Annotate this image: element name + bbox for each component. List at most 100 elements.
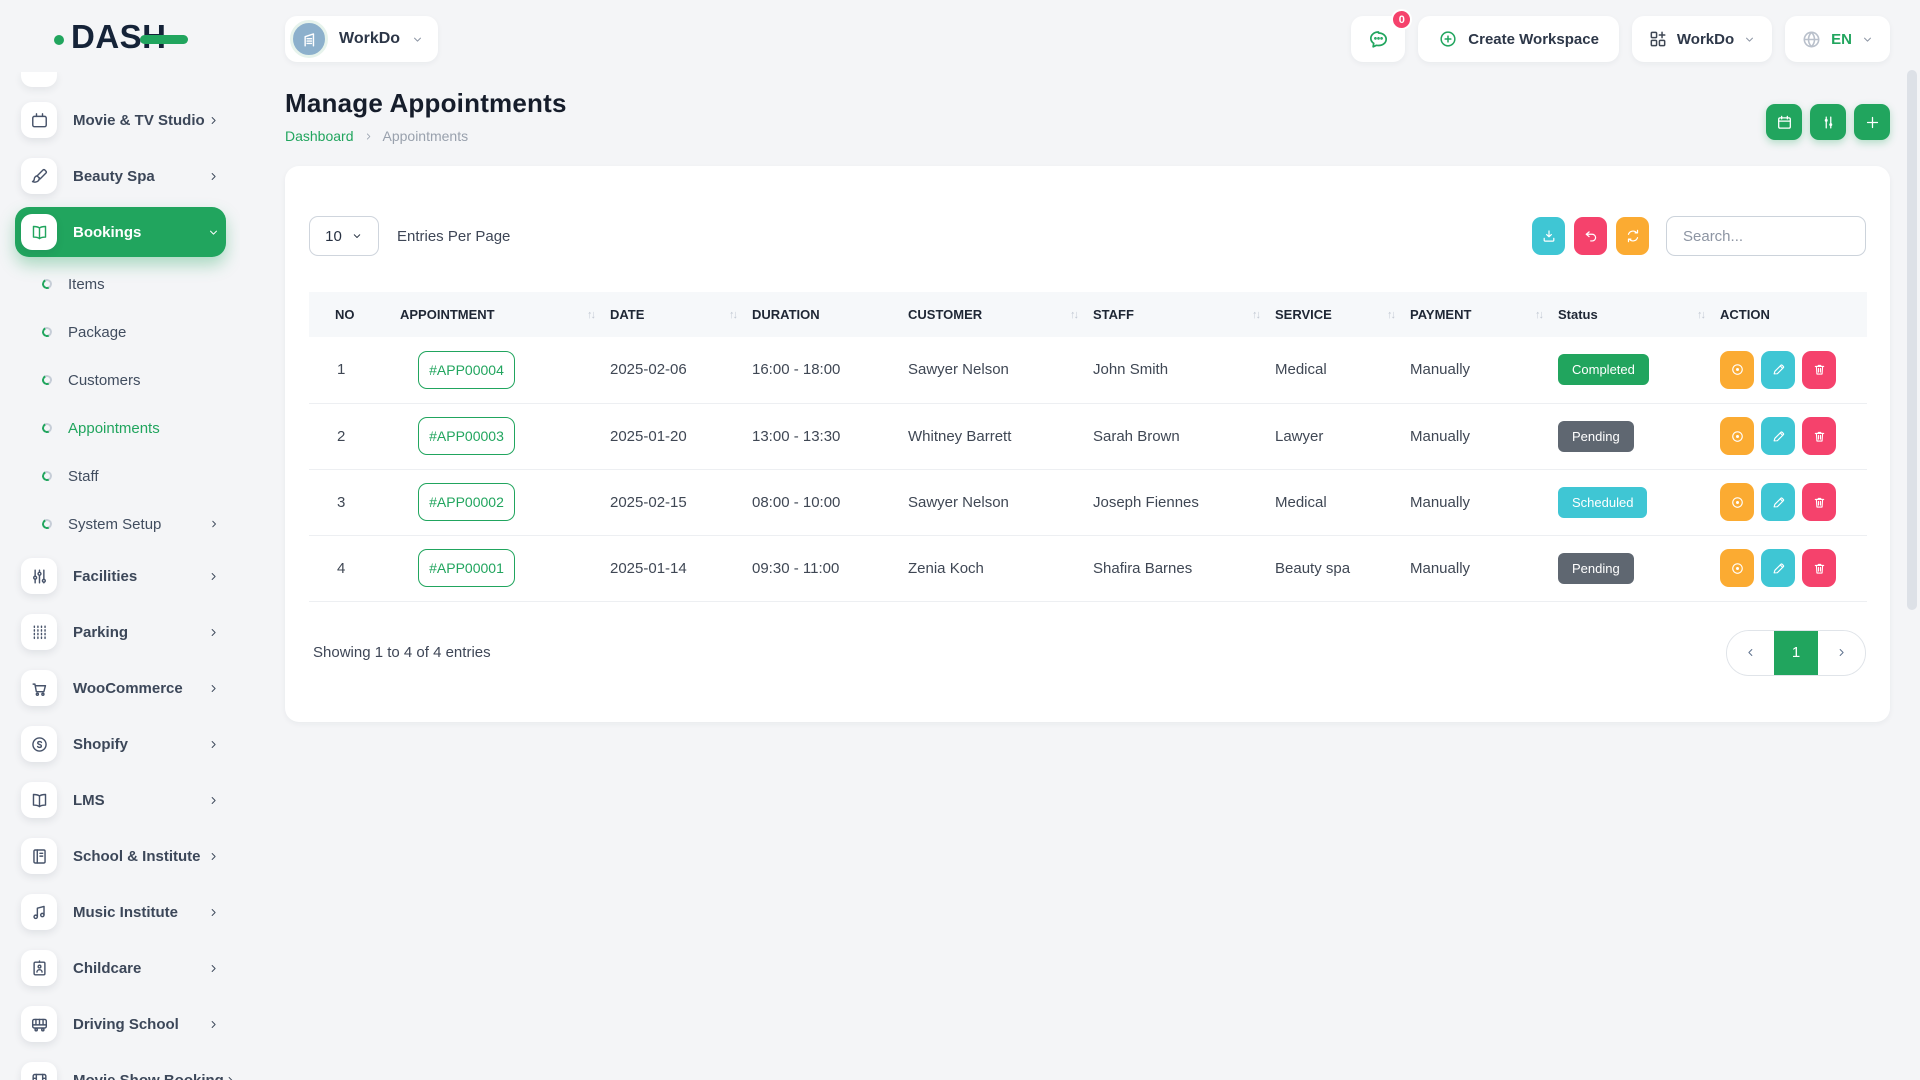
sort-icon[interactable]: ↑↓: [1070, 309, 1077, 321]
sidebar-item-facilities[interactable]: Facilities: [15, 548, 226, 604]
messages-button[interactable]: 0: [1351, 16, 1405, 62]
appointment-link[interactable]: #APP00003: [418, 417, 515, 455]
page-action-buttons: [1766, 104, 1890, 144]
sidebar-subitem-customers[interactable]: Customers: [15, 356, 226, 404]
sidebar-item-shopify[interactable]: Shopify: [15, 716, 226, 772]
sidebar-item-label: Shopify: [73, 736, 207, 753]
cell-action: [1720, 469, 1867, 535]
appointment-link[interactable]: #APP00001: [418, 549, 515, 587]
appointment-link[interactable]: #APP00004: [418, 351, 515, 389]
current-page-button[interactable]: 1: [1774, 631, 1818, 675]
toolbar-buttons: [1532, 217, 1649, 255]
cell-service: Lawyer: [1275, 403, 1410, 469]
breadcrumb-dashboard-link[interactable]: Dashboard: [285, 128, 354, 144]
sidebar-item-label: Beauty Spa: [73, 168, 207, 185]
sidebar-subitem-appointments[interactable]: Appointments: [15, 404, 226, 452]
create-workspace-button[interactable]: Create Workspace: [1418, 16, 1619, 62]
column-header-appointment[interactable]: APPOINTMENT↑↓: [400, 292, 610, 337]
sidebar: DASH Movie & TV Studio Beauty Spa Bookings…: [0, 0, 240, 1080]
board-view-button[interactable]: [1810, 104, 1846, 140]
sort-icon[interactable]: ↑↓: [1252, 309, 1259, 321]
cell-customer: Zenia Koch: [908, 535, 1093, 601]
edit-button[interactable]: [1761, 417, 1795, 455]
language-selector[interactable]: EN: [1785, 16, 1890, 62]
view-button[interactable]: [1720, 417, 1754, 455]
page-scrollbar[interactable]: [1907, 70, 1917, 1070]
status-badge: Pending: [1558, 421, 1634, 452]
column-header-customer[interactable]: CUSTOMER↑↓: [908, 292, 1093, 337]
edit-button[interactable]: [1761, 351, 1795, 389]
sidebar-item-school-institute[interactable]: School & Institute: [15, 828, 226, 884]
sidebar-item-label: Bookings: [73, 224, 207, 241]
column-header-staff[interactable]: STAFF↑↓: [1093, 292, 1275, 337]
delete-button[interactable]: [1802, 351, 1836, 389]
sort-icon[interactable]: ↑↓: [729, 309, 736, 321]
add-appointment-button[interactable]: [1854, 104, 1890, 140]
sidebar-item-driving-school[interactable]: Driving School: [15, 996, 226, 1052]
sidebar-subitem-label: Appointments: [68, 420, 220, 437]
chevron-right-icon: [207, 738, 220, 751]
column-header-service[interactable]: SERVICE↑↓: [1275, 292, 1410, 337]
sidebar-item-label: Movie Show Booking: [73, 1072, 224, 1080]
column-header-payment[interactable]: PAYMENT↑↓: [1410, 292, 1558, 337]
sidebar-item-woocommerce[interactable]: WooCommerce: [15, 660, 226, 716]
cell-staff: Shafira Barnes: [1093, 535, 1275, 601]
delete-button[interactable]: [1802, 483, 1836, 521]
sidebar-subitem-system-setup[interactable]: System Setup: [15, 500, 226, 548]
cell-status: Scheduled: [1558, 469, 1720, 535]
chevron-right-icon: [207, 962, 220, 975]
entries-per-page-select[interactable]: 10: [309, 216, 379, 256]
search-input[interactable]: [1666, 216, 1866, 256]
refresh-button[interactable]: [1616, 217, 1649, 255]
sidebar-item-parking[interactable]: Parking: [15, 604, 226, 660]
brush-icon: [21, 158, 57, 194]
book-open-icon: [21, 782, 57, 818]
workspace-selector[interactable]: WorkDo: [285, 16, 438, 62]
sidebar-item-music-institute[interactable]: Music Institute: [15, 884, 226, 940]
bullet-icon: [41, 326, 54, 339]
sort-icon[interactable]: ↑↓: [1697, 309, 1704, 321]
workdo-apps-menu[interactable]: WorkDo: [1632, 16, 1772, 62]
column-header-date[interactable]: DATE↑↓: [610, 292, 752, 337]
sidebar-item-bookings[interactable]: Bookings: [15, 207, 226, 257]
sidebar-subitem-package[interactable]: Package: [15, 308, 226, 356]
cell-action: [1720, 535, 1867, 601]
sidebar-item-movie-show-booking[interactable]: Movie Show Booking: [15, 1052, 226, 1080]
edit-button[interactable]: [1761, 483, 1795, 521]
sidebar-item-lms[interactable]: LMS: [15, 772, 226, 828]
delete-button[interactable]: [1802, 549, 1836, 587]
sidebar-item-label: LMS: [73, 792, 207, 809]
sort-icon[interactable]: ↑↓: [587, 309, 594, 321]
cell-action: [1720, 403, 1867, 469]
view-button[interactable]: [1720, 549, 1754, 587]
sidebar-subitem-items[interactable]: Items: [15, 260, 226, 308]
breadcrumb: Dashboard Appointments: [285, 128, 567, 144]
chevron-down-icon: [411, 33, 424, 46]
chevron-right-icon: [207, 794, 220, 807]
appointments-table: NOAPPOINTMENT↑↓DATE↑↓DURATIONCUSTOMER↑↓S…: [309, 292, 1867, 602]
scrollbar-thumb[interactable]: [1907, 70, 1917, 610]
appointment-link[interactable]: #APP00002: [418, 483, 515, 521]
sort-icon[interactable]: ↑↓: [1387, 309, 1394, 321]
cell-payment: Manually: [1410, 337, 1558, 403]
next-page-button[interactable]: [1818, 631, 1865, 675]
cell-appointment: #APP00004: [400, 337, 610, 403]
sidebar-subitem-staff[interactable]: Staff: [15, 452, 226, 500]
column-header-status[interactable]: Status↑↓: [1558, 292, 1720, 337]
calendar-view-button[interactable]: [1766, 104, 1802, 140]
sidebar-item-beauty-spa[interactable]: Beauty Spa: [15, 148, 226, 204]
delete-button[interactable]: [1802, 417, 1836, 455]
edit-button[interactable]: [1761, 549, 1795, 587]
sidebar-item-childcare[interactable]: Childcare: [15, 940, 226, 996]
sort-icon[interactable]: ↑↓: [1535, 309, 1542, 321]
cell-appointment: #APP00002: [400, 469, 610, 535]
cell-status: Pending: [1558, 535, 1720, 601]
view-button[interactable]: [1720, 351, 1754, 389]
dash-logo[interactable]: DASH: [0, 0, 240, 72]
view-button[interactable]: [1720, 483, 1754, 521]
export-button[interactable]: [1532, 217, 1565, 255]
reset-button[interactable]: [1574, 217, 1607, 255]
pencil-icon: [1771, 495, 1786, 510]
previous-page-button[interactable]: [1727, 631, 1774, 675]
sidebar-item-movie-tv-studio[interactable]: Movie & TV Studio: [15, 92, 226, 148]
